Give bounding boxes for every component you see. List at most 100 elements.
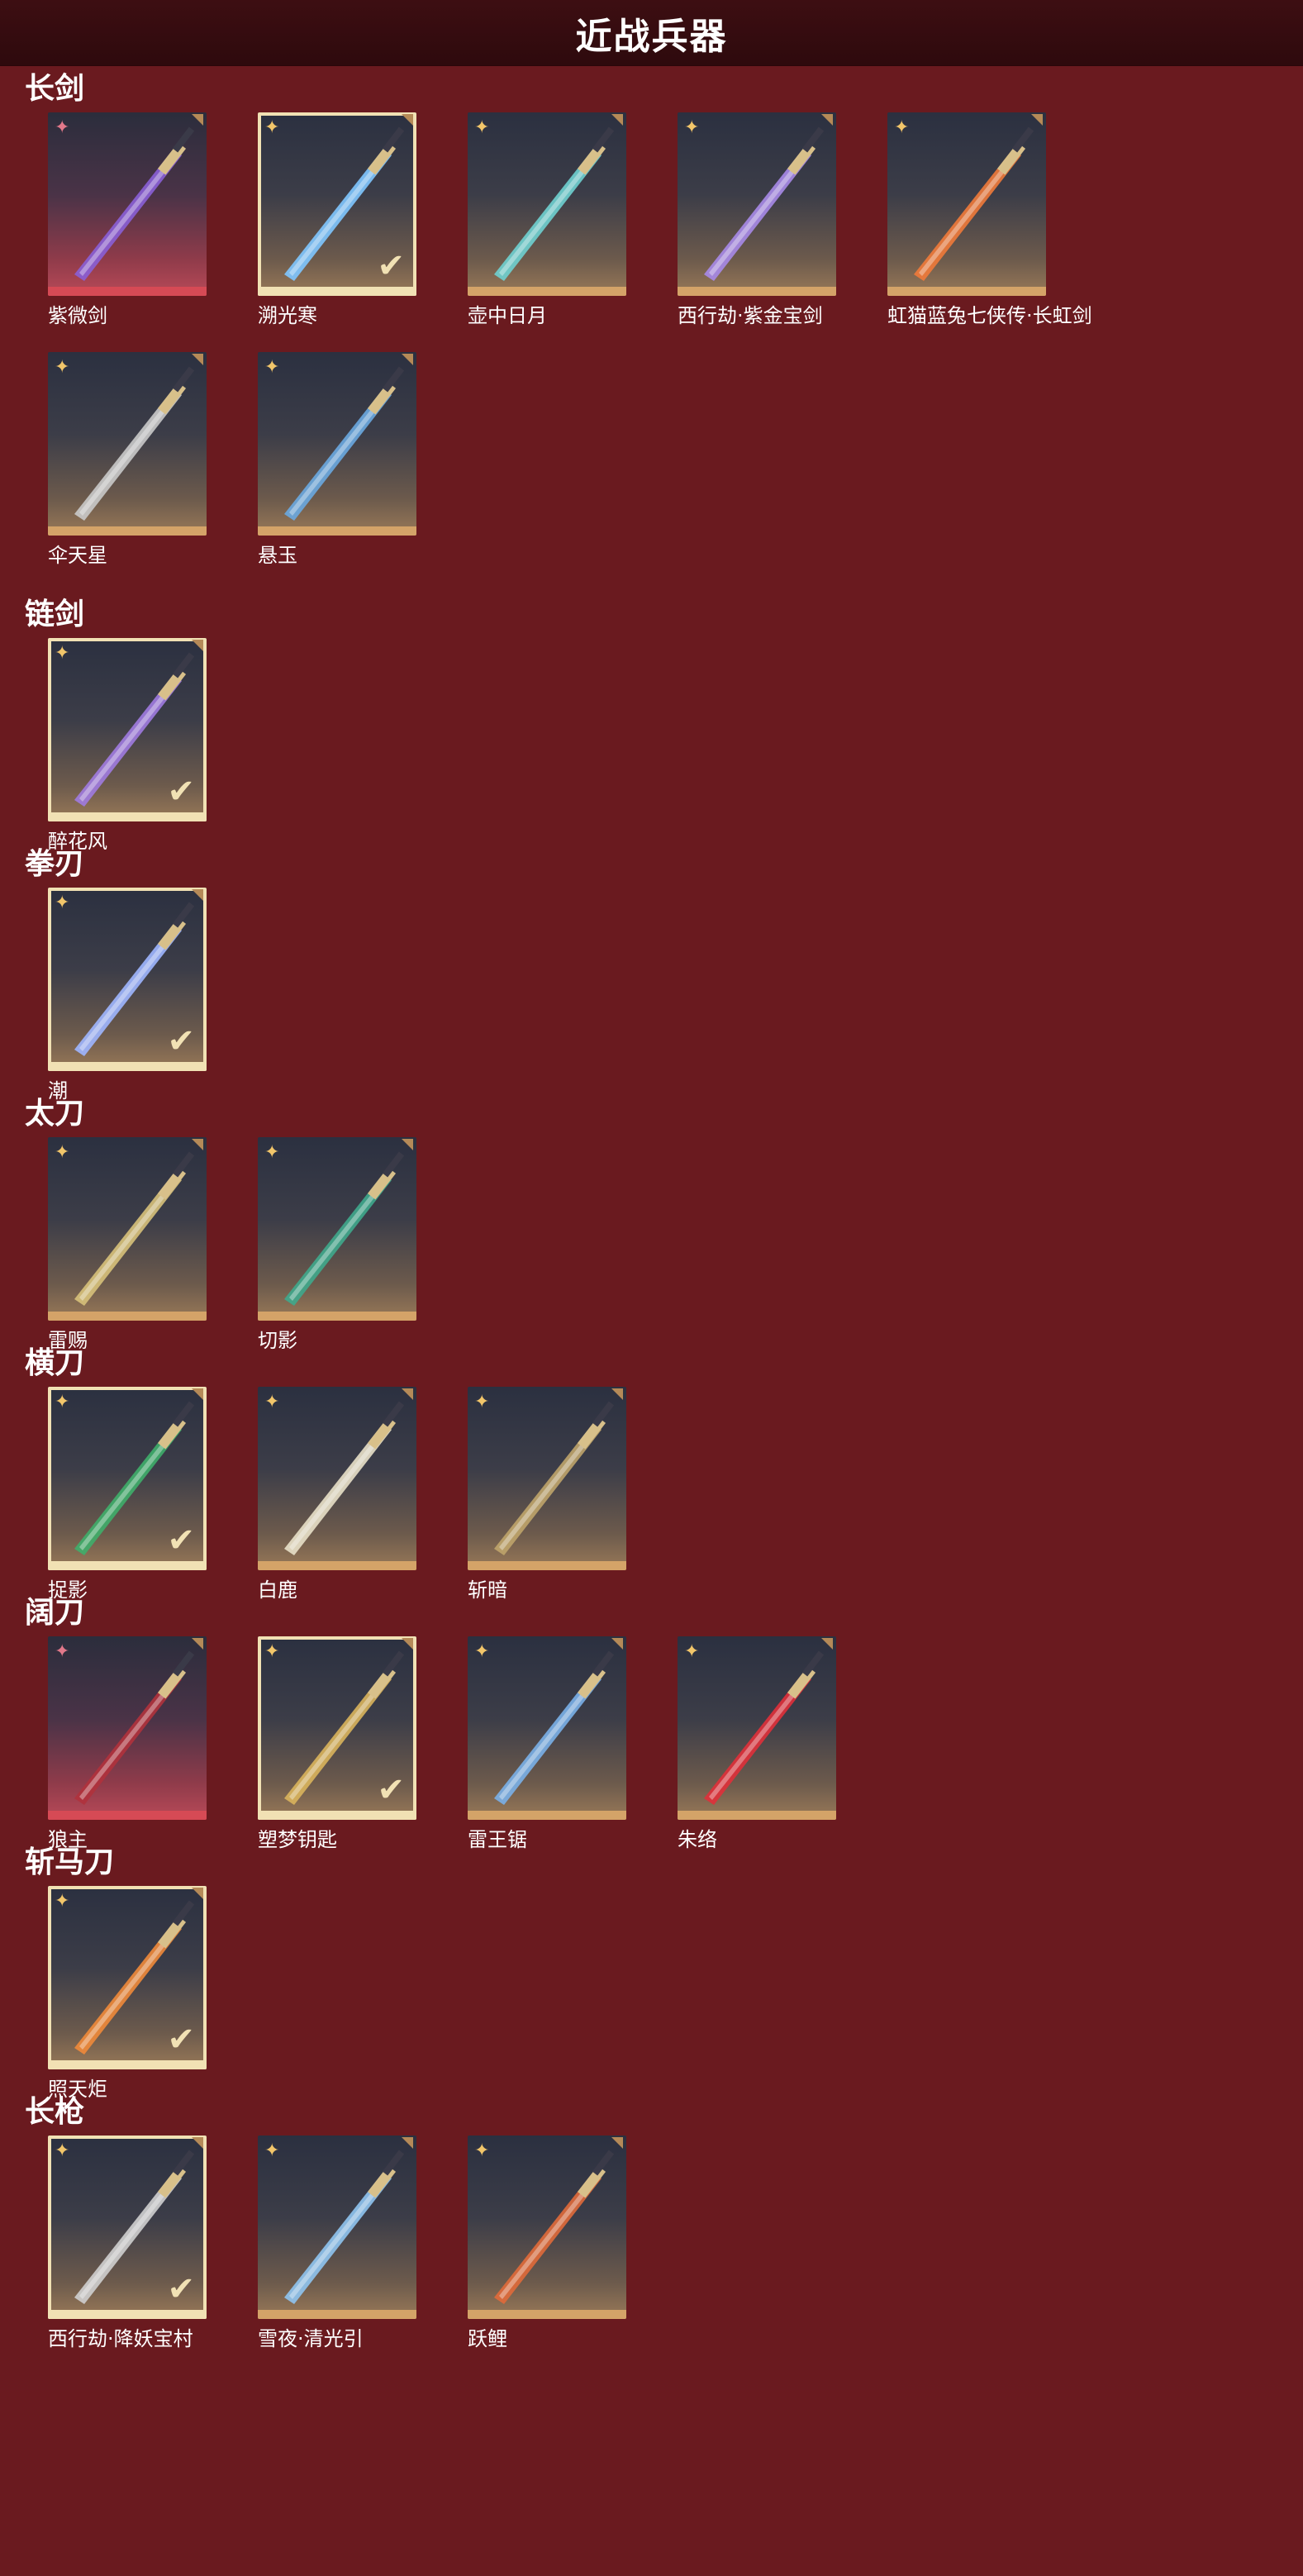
weapon-image-icon xyxy=(704,126,825,281)
weapon-card[interactable]: ✦ xyxy=(258,352,416,536)
weapon-card[interactable]: ✦ ✔ xyxy=(258,112,416,296)
weapon-item[interactable]: ✦ 跃鲤 xyxy=(468,2136,678,2350)
weapon-item[interactable]: ✦ 白鹿 xyxy=(258,1387,468,1602)
category-title: 阔刀 xyxy=(25,1596,85,1630)
weapon-name: 悬玉 xyxy=(258,544,297,567)
weapon-card[interactable]: ✦ xyxy=(48,1636,207,1820)
weapon-item[interactable]: ✦ ✔ 醉花风 xyxy=(48,638,258,853)
category-section: 长枪 ✦ ✔ 西行劫·降妖宝村 ✦ 雪夜·清光引 ✦ 跃鲤 xyxy=(0,2089,1303,2350)
category-title: 长剑 xyxy=(25,72,85,106)
weapon-card[interactable]: ✦ ✔ xyxy=(48,1387,207,1570)
weapon-item[interactable]: ✦ 朱络 xyxy=(678,1636,887,1851)
weapon-list: 长剑 ✦ 紫微剑 ✦ ✔ 溯光寒 ✦ 壶中日月 ✦ 西行劫·紫金宝剑 ✦ 虹猫蓝兔七侠传·长虹剑 ✦ 伞天… xyxy=(0,66,1303,2350)
checkmark-icon: ✔ xyxy=(167,1521,195,1559)
weapon-card[interactable]: ✦ xyxy=(48,1137,207,1321)
weapon-item[interactable]: ✦ 紫微剑 xyxy=(48,112,258,352)
weapon-image-icon xyxy=(914,126,1034,281)
weapon-item[interactable]: ✦ 西行劫·紫金宝剑 xyxy=(678,112,887,352)
weapon-card[interactable]: ✦ xyxy=(468,1636,626,1820)
weapon-name: 紫微剑 xyxy=(48,304,107,327)
weapon-image-icon xyxy=(74,366,195,521)
weapon-grid: ✦ 狼主 ✦ ✔ 塑梦钥匙 ✦ 雷王锯 ✦ 朱络 xyxy=(48,1636,1303,1851)
weapon-item[interactable]: ✦ ✔ 西行劫·降妖宝村 xyxy=(48,2136,258,2350)
page-header: 近战兵器 xyxy=(0,0,1303,66)
weapon-image-icon xyxy=(704,1650,825,1805)
weapon-card[interactable]: ✦ ✔ xyxy=(48,2136,207,2319)
weapon-name: 雪夜·清光引 xyxy=(258,2327,364,2350)
weapon-grid: ✦ ✔ 照天炬 xyxy=(48,1886,1303,2101)
weapon-name: 西行劫·紫金宝剑 xyxy=(678,304,823,327)
weapon-image-icon xyxy=(494,2150,615,2304)
weapon-name: 壶中日月 xyxy=(468,304,547,327)
weapon-item[interactable]: ✦ 壶中日月 xyxy=(468,112,678,352)
weapon-image-icon xyxy=(284,366,405,521)
weapon-name: 跃鲤 xyxy=(468,2327,507,2350)
weapon-name: 西行劫·降妖宝村 xyxy=(48,2327,193,2350)
weapon-image-icon xyxy=(284,1401,405,1555)
weapon-card[interactable]: ✦ xyxy=(468,2136,626,2319)
weapon-item[interactable]: ✦ 切影 xyxy=(258,1137,468,1352)
weapon-item[interactable]: ✦ 斩暗 xyxy=(468,1387,678,1602)
weapon-item[interactable]: ✦ 伞天星 xyxy=(48,352,258,592)
weapon-card[interactable]: ✦ xyxy=(48,112,207,296)
weapon-card[interactable]: ✦ xyxy=(48,352,207,536)
weapon-image-icon xyxy=(284,1151,405,1306)
category-section: 太刀 ✦ 雷赐 ✦ 切影 xyxy=(0,1091,1303,1352)
weapon-name: 溯光寒 xyxy=(258,304,317,327)
checkmark-icon: ✔ xyxy=(167,2270,195,2308)
weapon-item[interactable]: ✦ ✔ 潮 xyxy=(48,888,258,1102)
weapon-image-icon xyxy=(284,2150,405,2304)
weapon-image-icon xyxy=(494,1650,615,1805)
category-section: 拳刃 ✦ ✔ 潮 xyxy=(0,841,1303,1102)
category-title: 太刀 xyxy=(25,1097,85,1131)
weapon-card[interactable]: ✦ xyxy=(468,1387,626,1570)
weapon-grid: ✦ ✔ 潮 xyxy=(48,888,1303,1102)
weapon-card[interactable]: ✦ xyxy=(678,112,836,296)
checkmark-icon: ✔ xyxy=(167,1022,195,1060)
weapon-image-icon xyxy=(494,1401,615,1555)
weapon-grid: ✦ 紫微剑 ✦ ✔ 溯光寒 ✦ 壶中日月 ✦ 西行劫·紫金宝剑 ✦ 虹猫蓝兔七侠传·长虹剑 ✦ 伞天星 ✦… xyxy=(48,112,1303,592)
weapon-image-icon xyxy=(74,126,195,281)
weapon-card[interactable]: ✦ xyxy=(258,1137,416,1321)
page-title: 近战兵器 xyxy=(575,15,728,58)
weapon-name: 虹猫蓝兔七侠传·长虹剑 xyxy=(887,304,1092,327)
weapon-card[interactable]: ✦ ✔ xyxy=(48,638,207,821)
weapon-item[interactable]: ✦ 悬玉 xyxy=(258,352,468,567)
weapon-item[interactable]: ✦ ✔ 捉影 xyxy=(48,1387,258,1602)
weapon-grid: ✦ ✔ 捉影 ✦ 白鹿 ✦ 斩暗 xyxy=(48,1387,1303,1602)
weapon-grid: ✦ 雷赐 ✦ 切影 xyxy=(48,1137,1303,1352)
weapon-item[interactable]: ✦ ✔ 照天炬 xyxy=(48,1886,258,2101)
weapon-grid: ✦ ✔ 西行劫·降妖宝村 ✦ 雪夜·清光引 ✦ 跃鲤 xyxy=(48,2136,1303,2350)
weapon-item[interactable]: ✦ ✔ 塑梦钥匙 xyxy=(258,1636,468,1851)
weapon-item[interactable]: ✦ 雷王锯 xyxy=(468,1636,678,1851)
weapon-card[interactable]: ✦ xyxy=(258,1387,416,1570)
weapon-item[interactable]: ✦ 雪夜·清光引 xyxy=(258,2136,468,2350)
weapon-card[interactable]: ✦ xyxy=(468,112,626,296)
category-section: 斩马刀 ✦ ✔ 照天炬 xyxy=(0,1840,1303,2101)
weapon-grid: ✦ ✔ 醉花风 xyxy=(48,638,1303,853)
weapon-item[interactable]: ✦ ✔ 溯光寒 xyxy=(258,112,468,352)
category-section: 横刀 ✦ ✔ 捉影 ✦ 白鹿 ✦ 斩暗 xyxy=(0,1340,1303,1602)
weapon-card[interactable]: ✦ xyxy=(678,1636,836,1820)
weapon-card[interactable]: ✦ ✔ xyxy=(258,1636,416,1820)
checkmark-icon: ✔ xyxy=(167,773,195,811)
weapon-image-icon xyxy=(74,1151,195,1306)
weapon-card[interactable]: ✦ ✔ xyxy=(48,888,207,1071)
category-title: 横刀 xyxy=(25,1346,85,1380)
weapon-card[interactable]: ✦ ✔ xyxy=(48,1886,207,2069)
weapon-item[interactable]: ✦ 雷赐 xyxy=(48,1137,258,1352)
weapon-name: 伞天星 xyxy=(48,544,107,567)
checkmark-icon: ✔ xyxy=(377,247,405,285)
category-title: 长枪 xyxy=(25,2095,85,2129)
weapon-image-icon xyxy=(494,126,615,281)
weapon-card[interactable]: ✦ xyxy=(258,2136,416,2319)
category-title: 链剑 xyxy=(25,598,85,631)
weapon-item[interactable]: ✦ 虹猫蓝兔七侠传·长虹剑 xyxy=(887,112,1097,352)
weapon-card[interactable]: ✦ xyxy=(887,112,1046,296)
category-section: 长剑 ✦ 紫微剑 ✦ ✔ 溯光寒 ✦ 壶中日月 ✦ 西行劫·紫金宝剑 ✦ 虹猫蓝兔七侠传·长虹剑 ✦ 伞天… xyxy=(0,66,1303,592)
weapon-item[interactable]: ✦ 狼主 xyxy=(48,1636,258,1851)
category-section: 链剑 ✦ ✔ 醉花风 xyxy=(0,592,1303,853)
checkmark-icon: ✔ xyxy=(167,2021,195,2059)
category-title: 斩马刀 xyxy=(25,1845,115,1879)
weapon-image-icon xyxy=(74,1650,195,1805)
